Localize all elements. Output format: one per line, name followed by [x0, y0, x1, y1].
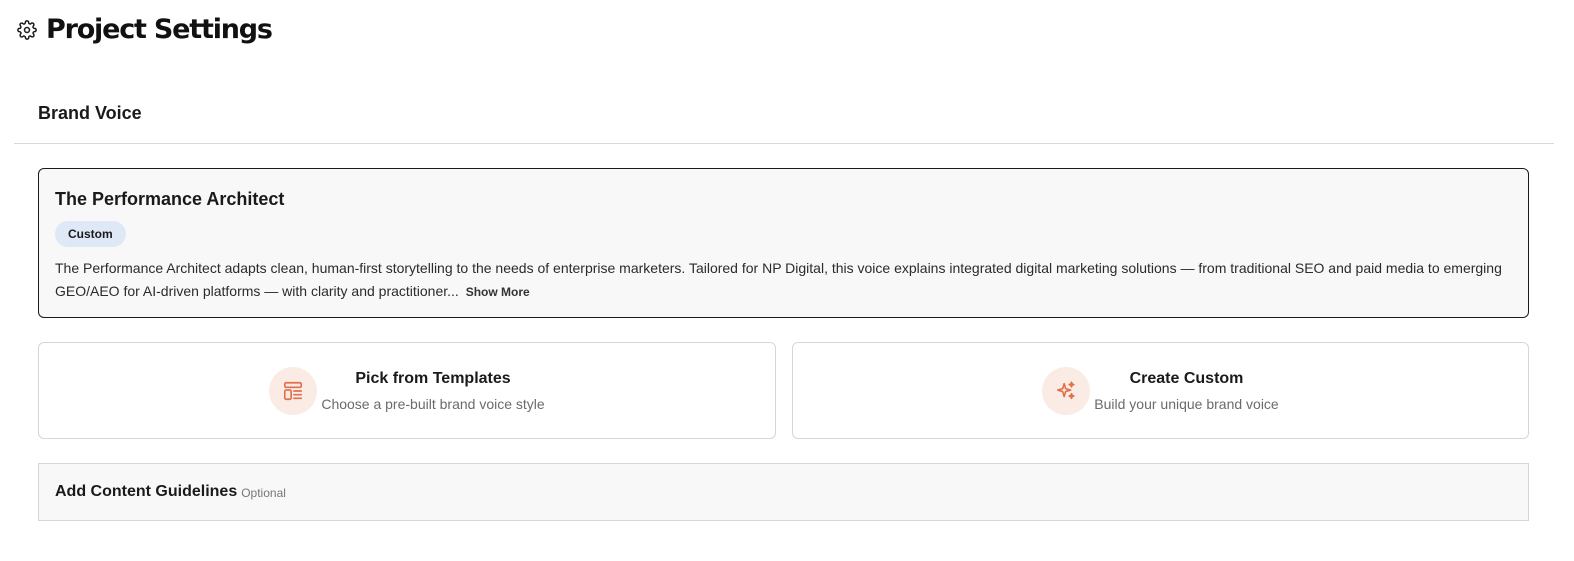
sparkle-icon: [1042, 366, 1091, 415]
brand-voice-name: The Performance Architect: [55, 189, 285, 209]
option-title: Create Custom: [1129, 369, 1244, 387]
current-brand-voice-card[interactable]: The Performance Architect Custom The Per…: [38, 168, 1529, 318]
brand-voice-heading: Brand Voice: [38, 103, 142, 123]
optional-label: Optional: [241, 486, 286, 500]
option-subtitle: Build your unique brand voice: [1094, 395, 1279, 412]
add-content-guidelines-row[interactable]: Add Content Guidelines Optional: [38, 463, 1529, 521]
section-divider: [14, 143, 1554, 144]
guidelines-title: Add Content Guidelines: [55, 483, 238, 500]
brand-voice-description: The Performance Architect adapts clean, …: [55, 257, 1515, 304]
pick-from-templates-text: Pick from Templates Choose a pre-built b…: [321, 368, 544, 414]
gear-icon: [16, 19, 38, 41]
create-custom-button[interactable]: Create Custom Build your unique brand vo…: [792, 342, 1529, 439]
option-subtitle: Choose a pre-built brand voice style: [321, 395, 545, 412]
pick-from-templates-button[interactable]: Pick from Templates Choose a pre-built b…: [38, 342, 776, 439]
page-header: Project Settings: [16, 14, 273, 45]
option-title: Pick from Templates: [355, 369, 511, 387]
create-custom-text: Create Custom Build your unique brand vo…: [1094, 368, 1278, 414]
page-title: Project Settings: [46, 14, 273, 45]
brand-voice-description-text: The Performance Architect adapts clean, …: [55, 260, 1502, 299]
template-icon: [269, 366, 318, 415]
show-more-link[interactable]: Show More: [466, 285, 530, 299]
project-settings-page: Project Settings Brand Voice The Perform…: [0, 0, 1574, 561]
custom-badge: Custom: [55, 221, 126, 247]
